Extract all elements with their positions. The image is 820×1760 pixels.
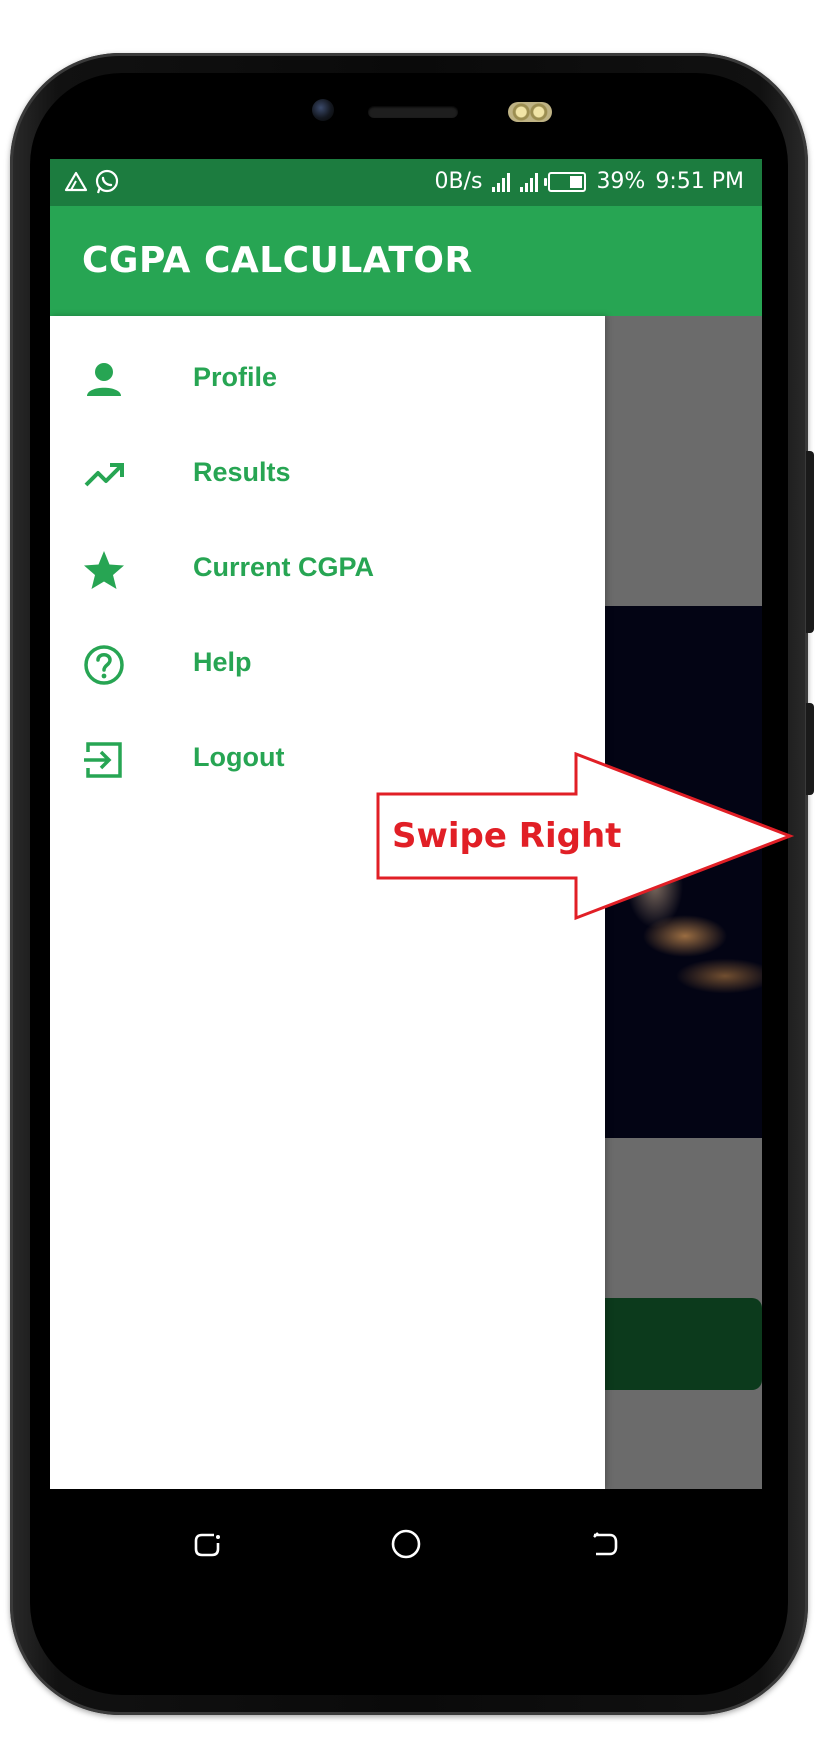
drawer-item-label: Current CGPA	[193, 552, 375, 582]
exit-icon	[82, 738, 126, 782]
network-speed: 0B/s	[434, 169, 483, 194]
power-button	[806, 703, 814, 795]
star-icon	[82, 548, 126, 592]
back-icon[interactable]	[582, 1521, 628, 1567]
drawer-item-label: Results	[193, 457, 291, 487]
drawer-item-results[interactable]: Results	[50, 427, 605, 522]
swipe-right-label: Swipe Right	[392, 816, 622, 856]
whatsapp-icon	[94, 169, 120, 201]
clock: 9:51 PM	[655, 169, 744, 194]
drawer-item-label: Logout	[193, 742, 285, 772]
earpiece-speaker	[368, 106, 458, 118]
recent-apps-icon[interactable]	[184, 1521, 230, 1567]
trending-up-icon	[82, 453, 126, 497]
app-bar: CGPA CALCULATOR	[50, 206, 762, 316]
home-icon[interactable]	[383, 1521, 429, 1567]
signal-hplus-icon	[520, 172, 539, 192]
status-bar: 0B/s 39% 9:51 PM	[50, 159, 762, 206]
battery-icon	[544, 171, 587, 192]
drawer-item-label: Help	[193, 647, 252, 677]
system-nav-bar	[50, 1489, 762, 1599]
volume-button	[806, 451, 814, 633]
signal-icon	[492, 172, 511, 192]
battery-percent: 39%	[596, 169, 646, 194]
drawer-item-profile[interactable]: Profile	[50, 332, 605, 427]
drive-icon	[64, 171, 88, 199]
help-circle-icon	[82, 643, 126, 687]
front-flash	[508, 102, 552, 122]
front-camera	[312, 99, 334, 121]
person-icon	[82, 358, 126, 402]
drawer-item-current-cgpa[interactable]: Current CGPA	[50, 522, 605, 617]
drawer-item-label: Profile	[193, 362, 278, 392]
app-title: CGPA CALCULATOR	[82, 240, 473, 281]
drawer-item-help[interactable]: Help	[50, 617, 605, 712]
